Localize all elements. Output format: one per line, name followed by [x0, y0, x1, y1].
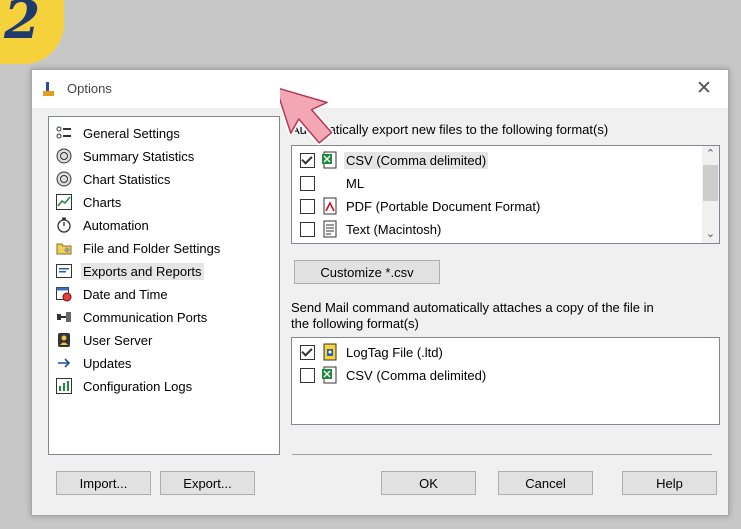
nav-item-general-settings[interactable]: General Settings: [55, 123, 182, 143]
nav-item-charts[interactable]: Charts: [55, 192, 123, 212]
separator-line: [292, 454, 712, 455]
nav-label: Configuration Logs: [83, 378, 193, 394]
port-icon: [55, 308, 73, 326]
calendar-clock-icon: [55, 285, 73, 303]
ok-button[interactable]: OK: [381, 471, 476, 495]
format-label: Text (Macintosh): [346, 221, 442, 237]
export-button[interactable]: Export...: [160, 471, 255, 495]
nav-item-exports-and-reports[interactable]: Exports and Reports: [55, 261, 204, 281]
app-icon: [43, 82, 54, 96]
mail-formats-list: LogTag File (.ltd) CSV (Comma delimited): [291, 337, 720, 425]
format-label: ML: [346, 175, 365, 191]
nav-item-summary-statistics[interactable]: Summary Statistics: [55, 146, 196, 166]
export-format-text-mac[interactable]: Text (Macintosh): [300, 218, 443, 240]
nav-label: User Server: [83, 332, 153, 348]
export-format-xml[interactable]: ML: [300, 172, 366, 194]
mail-formats-label-line2: the following format(s): [291, 316, 419, 331]
statistics-icon: [55, 147, 73, 165]
title-bar: Options ✕: [32, 70, 728, 108]
export-list-scrollbar[interactable]: ⌃ ⌄: [702, 146, 719, 243]
pointer-arrow-icon: [280, 85, 335, 146]
help-button[interactable]: Help: [622, 471, 717, 495]
scroll-up-arrow-icon[interactable]: ⌃: [702, 146, 719, 163]
nav-item-user-server[interactable]: User Server: [55, 330, 154, 350]
nav-item-file-and-folder-settings[interactable]: File and Folder Settings: [55, 238, 222, 258]
nav-label: Exports and Reports: [81, 262, 204, 280]
csv-file-icon: [322, 366, 337, 384]
mail-format-logtag[interactable]: LogTag File (.ltd): [300, 341, 445, 363]
nav-label: Automation: [83, 217, 149, 233]
checkbox[interactable]: [300, 175, 315, 191]
statistics-icon: [55, 170, 73, 188]
close-button[interactable]: ✕: [690, 76, 718, 102]
folder-icon: [55, 239, 73, 257]
nav-item-updates[interactable]: Updates: [55, 353, 133, 373]
checkbox[interactable]: [300, 221, 315, 237]
format-label: LogTag File (.ltd): [346, 344, 443, 360]
window-title: Options: [67, 81, 112, 96]
arrow-right-icon: [55, 354, 73, 372]
mail-format-csv[interactable]: CSV (Comma delimited): [300, 364, 488, 386]
nav-item-configuration-logs[interactable]: Configuration Logs: [55, 376, 194, 396]
nav-item-communication-ports[interactable]: Communication Ports: [55, 307, 209, 327]
nav-label: File and Folder Settings: [83, 240, 221, 256]
format-label: CSV (Comma delimited): [346, 367, 487, 383]
format-label: PDF (Portable Document Format): [346, 198, 541, 214]
chart-icon: [55, 193, 73, 211]
options-category-list: General Settings Summary Statistics Char…: [48, 116, 280, 455]
checkbox[interactable]: [300, 367, 315, 383]
nav-label: Summary Statistics: [83, 148, 195, 164]
nav-item-date-and-time[interactable]: Date and Time: [55, 284, 170, 304]
nav-item-automation[interactable]: Automation: [55, 215, 151, 235]
text-file-icon: [323, 220, 337, 238]
scroll-down-arrow-icon[interactable]: ⌄: [702, 226, 719, 243]
log-icon: [55, 377, 73, 395]
customize-csv-button[interactable]: Customize *.csv: [294, 260, 440, 284]
user-server-icon: [55, 331, 73, 349]
nav-label: Charts: [83, 194, 122, 210]
checkbox[interactable]: [300, 198, 315, 214]
pdf-file-icon: [323, 197, 337, 215]
settings-list-icon: [55, 124, 73, 142]
nav-item-chart-statistics[interactable]: Chart Statistics: [55, 169, 172, 189]
nav-label: Communication Ports: [83, 309, 208, 325]
checkbox[interactable]: [300, 344, 315, 360]
export-format-pdf[interactable]: PDF (Portable Document Format): [300, 195, 542, 217]
logtag-file-icon: [323, 343, 337, 361]
nav-label: Chart Statistics: [83, 171, 171, 187]
cancel-button[interactable]: Cancel: [498, 471, 593, 495]
stopwatch-icon: [55, 216, 73, 234]
scroll-thumb[interactable]: [703, 165, 718, 201]
step-number: 2: [4, 0, 41, 51]
nav-label: Updates: [83, 355, 132, 371]
step-badge: 2: [0, 0, 64, 64]
options-dialog: Options ✕ General Settings Summary Stati…: [31, 69, 729, 516]
export-report-icon: [55, 262, 73, 280]
mail-formats-label-line1: Send Mail command automatically attaches…: [291, 300, 654, 315]
xml-file-icon: [321, 174, 339, 192]
nav-label: Date and Time: [83, 286, 168, 302]
import-button[interactable]: Import...: [56, 471, 151, 495]
nav-label: General Settings: [83, 125, 180, 141]
